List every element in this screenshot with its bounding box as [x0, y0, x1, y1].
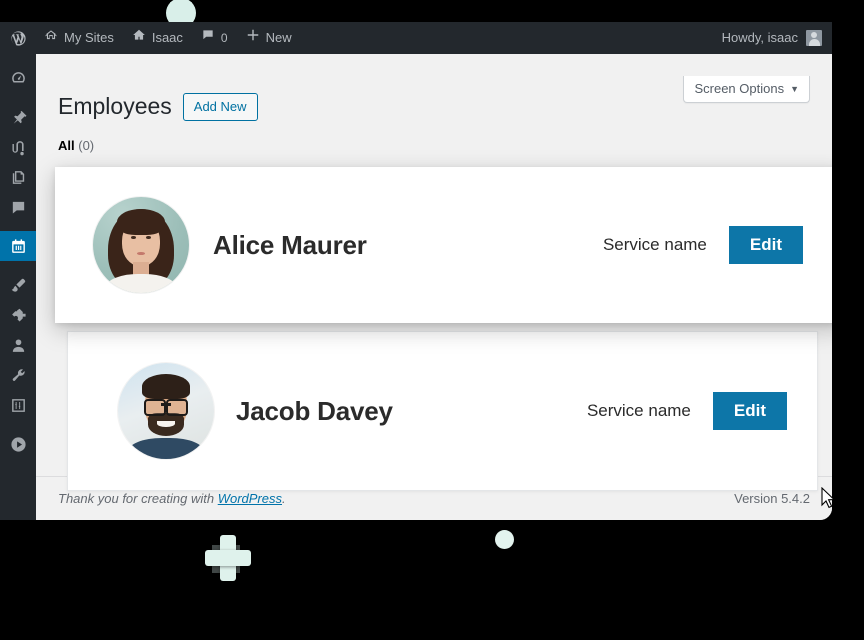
admin-bar-label-site-name: Isaac [151, 30, 183, 45]
user-icon [10, 337, 27, 354]
media-icon [10, 139, 27, 156]
sidebar-item-users[interactable] [0, 330, 36, 360]
add-new-button[interactable]: Add New [182, 92, 258, 121]
page-header: Employees Add New [58, 92, 258, 122]
employee-card-actions: Service name Edit [603, 226, 832, 264]
wordpress-logo-icon [10, 30, 27, 47]
chevron-down-icon: ▼ [790, 84, 799, 94]
screen-options-label: Screen Options [694, 81, 785, 96]
edit-button[interactable]: Edit [728, 226, 803, 264]
employee-name: Jacob Davey [236, 395, 393, 426]
admin-bar-item-new[interactable]: New [237, 22, 301, 54]
admin-bar-howdy-label: Howdy, isaac [721, 30, 798, 45]
wp-admin-sidebar-menu [0, 54, 44, 520]
sidebar-item-tools[interactable] [0, 360, 36, 390]
menu-spacer-3 [0, 261, 36, 270]
wrench-icon [10, 367, 27, 384]
filter-all-label: All [58, 138, 75, 153]
screen-options-button[interactable]: Screen Options ▼ [683, 76, 810, 103]
edit-button[interactable]: Edit [712, 392, 787, 430]
admin-content-area: Screen Options ▼ Employees Add New All (0… [36, 54, 832, 520]
admin-bar-item-site-name[interactable]: Isaac [123, 22, 192, 54]
footer-thanks-text: Thank you for creating with WordPress. [58, 491, 286, 506]
wp-admin-bar: My Sites Isaac 0 New Howdy, isaac [0, 22, 832, 54]
admin-bar-label-my-sites: My Sites [64, 30, 114, 45]
settings-sliders-icon [10, 397, 27, 414]
employee-avatar-alice [93, 197, 189, 293]
wordpress-link[interactable]: WordPress [218, 491, 282, 506]
footer-version: Version 5.4.2 [734, 491, 810, 506]
employee-card[interactable]: Alice Maurer Service name Edit [55, 167, 832, 323]
user-avatar-icon [806, 30, 822, 46]
sidebar-item-plugins[interactable] [0, 300, 36, 330]
admin-bar-label-new: New [265, 30, 292, 45]
admin-bar-item-my-sites[interactable]: My Sites [35, 22, 123, 54]
browser-window: My Sites Isaac 0 New Howdy, isaac Screen… [0, 22, 832, 520]
plugin-icon [10, 307, 27, 324]
page-title: Employees [58, 93, 172, 119]
sidebar-item-collapse[interactable] [0, 429, 36, 459]
dashboard-icon [10, 70, 27, 87]
sidebar-item-pages[interactable] [0, 162, 36, 192]
menu-spacer-1 [0, 93, 36, 102]
decorative-circle-bottom [495, 530, 514, 549]
employee-avatar-jacob [118, 363, 214, 459]
filter-link-all[interactable]: All (0) [58, 138, 94, 153]
wordpress-logo-button[interactable] [0, 22, 35, 54]
sidebar-item-dashboard[interactable] [0, 63, 36, 93]
footer-thanks-prefix: Thank you for creating with [58, 491, 218, 506]
admin-bar-item-comments[interactable]: 0 [192, 22, 237, 54]
comment-icon [10, 199, 27, 216]
menu-spacer-2 [0, 222, 36, 231]
multisite-icon [44, 22, 58, 54]
calendar-icon [10, 238, 27, 255]
filter-all-count: (0) [78, 138, 95, 153]
comment-bubble-icon [201, 22, 215, 54]
sidebar-item-bookings[interactable] [0, 231, 44, 261]
sidebar-item-settings[interactable] [0, 390, 36, 420]
screenshot-stage: My Sites Isaac 0 New Howdy, isaac Screen… [0, 0, 864, 640]
sidebar-item-posts[interactable] [0, 102, 36, 132]
employee-service-name: Service name [602, 235, 707, 254]
home-icon [132, 22, 146, 54]
footer-thanks-suffix: . [282, 491, 286, 506]
pin-icon [10, 109, 27, 126]
employee-service-name: Service name [586, 401, 691, 420]
plus-icon [246, 22, 260, 54]
sidebar-item-media[interactable] [0, 132, 36, 162]
menu-spacer-top [0, 54, 36, 63]
admin-bar-account-area[interactable]: Howdy, isaac [722, 22, 832, 54]
employee-card[interactable]: Jacob Davey Service name Edit [67, 331, 818, 491]
employee-name: Alice Maurer [213, 229, 367, 260]
play-circle-icon [10, 436, 27, 453]
pages-icon [10, 169, 27, 186]
menu-spacer-4 [0, 420, 36, 429]
sidebar-item-comments[interactable] [0, 192, 36, 222]
employee-card-actions: Service name Edit [587, 392, 817, 430]
sidebar-item-appearance[interactable] [0, 270, 36, 300]
admin-bar-comment-count: 0 [220, 31, 228, 45]
paintbrush-icon [10, 277, 27, 294]
decorative-plus-shape [205, 535, 251, 581]
